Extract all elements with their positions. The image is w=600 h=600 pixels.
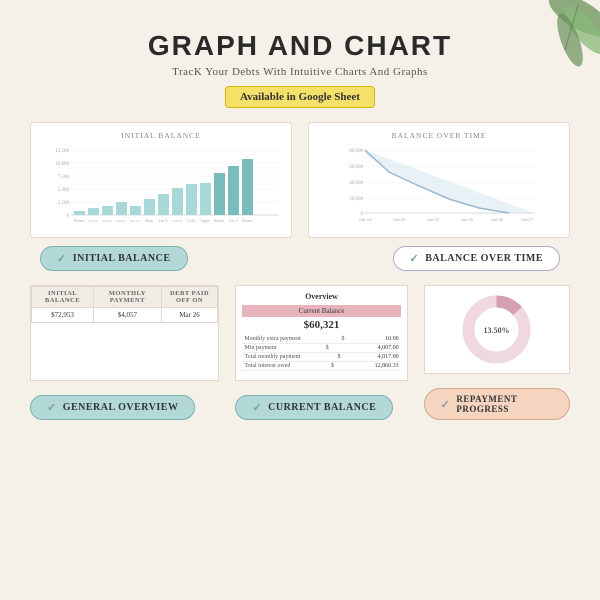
check-icon-2: ✓	[410, 252, 420, 265]
svg-text:Car 2: Car 2	[159, 218, 168, 223]
svg-text:80,000: 80,000	[349, 149, 363, 154]
svg-text:Boat: Boat	[145, 218, 153, 223]
svg-text:Car 1: Car 1	[229, 218, 238, 223]
svg-text:Crd C3: Crd C3	[88, 219, 98, 223]
initial-balance-chart: INITIAL BALANCE 12,500 10,000 7,500 5,00…	[30, 122, 292, 238]
page: GRAPH AND CHART TracK Your Debts With In…	[0, 0, 600, 600]
row2-symbol: $	[326, 345, 329, 351]
overview-rows: Monthly extra payment $ 10.00 Min paymen…	[242, 335, 400, 371]
leaf-decoration	[510, 0, 600, 90]
svg-text:Jan-25: Jan-25	[393, 217, 406, 222]
row4-value: 12,860.33	[375, 363, 399, 369]
svg-text:Cash: Cash	[187, 218, 195, 223]
row4-symbol: $	[331, 363, 334, 369]
row4-label: Total interest owed	[244, 363, 290, 369]
svg-text:Jun-25: Jun-25	[427, 217, 440, 222]
overview-card: Overview Current Balance $60,321 Monthly…	[235, 285, 407, 381]
available-badge[interactable]: Available in Google Sheet	[225, 86, 375, 108]
chart-buttons-row: ✓ INITIAL BALANCE ✓ BALANCE OVER TIME	[30, 238, 570, 271]
row2-label: Min payment	[244, 345, 276, 351]
cell-payment: $4,057	[94, 308, 162, 323]
svg-text:60,000: 60,000	[349, 165, 363, 170]
svg-text:Crd C1: Crd C1	[130, 219, 140, 223]
check-icon-5: ✓	[441, 398, 451, 411]
table-row: $72,953 $4,057 Mar 26	[32, 308, 218, 323]
donut-label: 13.50%	[484, 326, 510, 335]
balance-amount: $60,321	[242, 319, 400, 331]
current-balance-label: Current Balance	[242, 305, 400, 317]
check-icon-3: ✓	[47, 401, 57, 414]
row3-value: 4,017.00	[378, 354, 399, 360]
svg-text:10,000: 10,000	[55, 162, 69, 167]
svg-text:Jan-27: Jan-27	[521, 217, 534, 222]
svg-text:20,000: 20,000	[349, 197, 363, 202]
svg-text:Crd C5: Crd C5	[172, 219, 182, 223]
overview-row-2: Min payment $ 4,007.00	[242, 344, 400, 353]
overview-title: Overview	[242, 292, 400, 301]
svg-text:Jan-26: Jan-26	[461, 217, 474, 222]
svg-text:Jun-26: Jun-26	[491, 217, 504, 222]
row2-value: 4,007.00	[378, 345, 399, 351]
col-monthly-payment: MONTHLY PAYMENT	[94, 287, 162, 308]
balance-over-time-button[interactable]: ✓ BALANCE OVER TIME	[393, 246, 561, 271]
chart1-title: INITIAL BALANCE	[39, 131, 283, 140]
overview-row-1: Monthly extra payment $ 10.00	[242, 335, 400, 344]
main-title: GRAPH AND CHART	[30, 30, 570, 62]
overview-row-3: Total monthly payment $ 4,017.00	[242, 353, 400, 362]
svg-text:Jun-24: Jun-24	[359, 217, 372, 222]
col-debt-paid-off: DEBT PAID OFF ON	[161, 287, 218, 308]
svg-text:0: 0	[67, 214, 70, 219]
svg-text:7,500: 7,500	[58, 175, 70, 180]
cell-date: Mar 26	[161, 308, 218, 323]
header: GRAPH AND CHART TracK Your Debts With In…	[30, 20, 570, 108]
initial-balance-button[interactable]: ✓ INITIAL BALANCE	[40, 246, 188, 271]
svg-text:Crd C4: Crd C4	[102, 219, 112, 223]
check-icon-1: ✓	[57, 252, 67, 265]
svg-text:5,000: 5,000	[58, 188, 70, 193]
svg-text:40,000: 40,000	[349, 181, 363, 186]
bottom-section: INITIAL BALANCE MONTHLY PAYMENT DEBT PAI…	[30, 285, 570, 420]
current-balance-button[interactable]: ✓ CURRENT BALANCE	[235, 395, 393, 420]
svg-text:House: House	[214, 218, 224, 223]
svg-text:Phone: Phone	[74, 218, 84, 223]
svg-text:House: House	[242, 218, 252, 223]
svg-text:2,500: 2,500	[58, 201, 70, 206]
repayment-progress-button[interactable]: ✓ REPAYMENT PROGRESS	[424, 388, 570, 420]
row3-symbol: $	[337, 354, 340, 360]
row1-symbol: $	[341, 336, 344, 342]
summary-table: INITIAL BALANCE MONTHLY PAYMENT DEBT PAI…	[31, 286, 218, 323]
balance-over-time-chart: BALANCE OVER TIME 80,000 60,000 40,000 2…	[308, 122, 570, 238]
general-overview-button[interactable]: ✓ GENERAL OVERVIEW	[30, 395, 195, 420]
svg-text:12,500: 12,500	[55, 149, 69, 154]
check-icon-4: ✓	[252, 401, 262, 414]
svg-text:Apple: Apple	[200, 218, 210, 223]
line-chart-svg: 80,000 60,000 40,000 20,000 0 Jun-24 Jan…	[317, 144, 561, 224]
table-card: INITIAL BALANCE MONTHLY PAYMENT DEBT PAI…	[30, 285, 219, 381]
subtitle: TracK Your Debts With Intuitive Charts A…	[30, 66, 570, 78]
donut-card: 13.50%	[424, 285, 570, 374]
row3-label: Total monthly payment	[244, 354, 300, 360]
donut-chart-svg: 13.50%	[459, 292, 534, 367]
col-initial-balance: INITIAL BALANCE	[32, 287, 94, 308]
chart2-title: BALANCE OVER TIME	[317, 131, 561, 140]
row1-label: Monthly extra payment	[244, 336, 300, 342]
overview-row-4: Total interest owed $ 12,860.33	[242, 362, 400, 371]
svg-text:Stud L: Stud L	[116, 219, 125, 223]
cell-balance: $72,953	[32, 308, 94, 323]
bar-chart-svg: 12,500 10,000 7,500 5,000 2,500 0	[39, 144, 283, 224]
row1-value: 10.00	[385, 336, 399, 342]
charts-row: INITIAL BALANCE 12,500 10,000 7,500 5,00…	[30, 122, 570, 238]
